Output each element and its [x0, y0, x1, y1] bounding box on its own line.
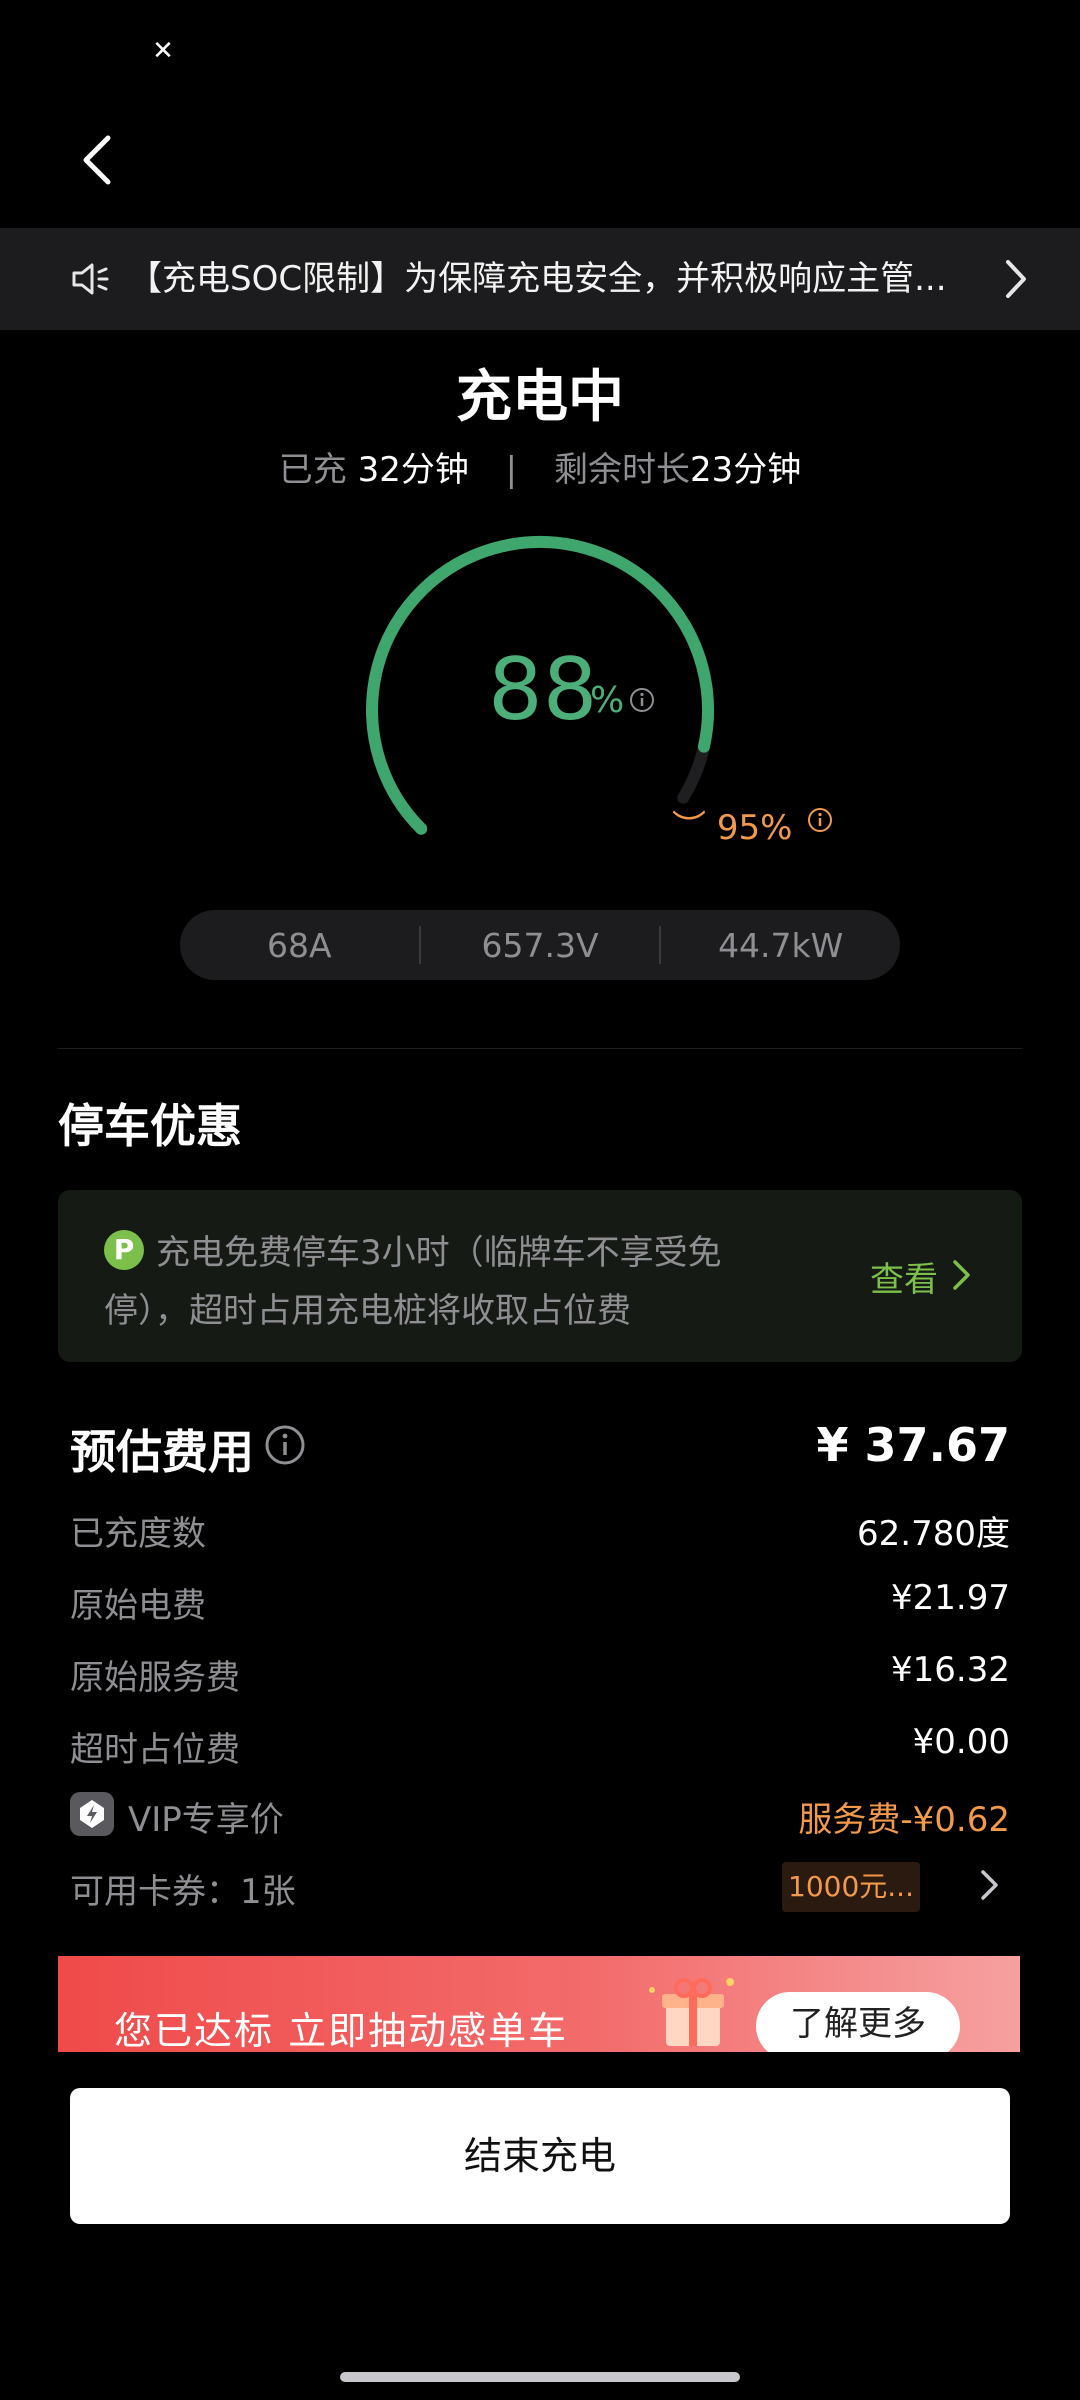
- vip-label: VIP专享价: [128, 1800, 284, 1840]
- x-logo-icon: ✕: [146, 34, 180, 68]
- promo-banner[interactable]: 您已达标 立即抽动感单车 了解更多: [58, 1956, 1020, 2052]
- voltage-value: 657.3V: [481, 925, 599, 965]
- chevron-right-icon: [998, 256, 1034, 302]
- soc-unit: %: [590, 680, 625, 721]
- parking-card[interactable]: P 充电免费停车3小时（临牌车不享受免停），超时占用充电桩将收取占位费 查看: [58, 1190, 1022, 1362]
- back-button[interactable]: [70, 130, 130, 190]
- fee-row-label: 原始电费: [70, 1586, 206, 1626]
- power-value: 44.7kW: [718, 925, 844, 965]
- notice-bar[interactable]: 【充电SOC限制】为保障充电安全，并积极响应主管...: [0, 228, 1080, 330]
- info-icon[interactable]: [264, 1424, 306, 1466]
- info-icon[interactable]: [628, 686, 656, 714]
- notice-text: 【充电SOC限制】为保障充电安全，并积极响应主管...: [128, 259, 947, 299]
- charge-times: 已充 32分钟 | 剩余时长23分钟: [0, 442, 1080, 491]
- fee-row-value: ¥21.97: [891, 1578, 1010, 1618]
- charged-label: 已充: [278, 450, 347, 490]
- fee-title: 预估费用: [70, 1425, 254, 1479]
- fee-row-label: 超时占位费: [70, 1730, 240, 1770]
- gift-icon: [638, 1968, 748, 2052]
- parking-view-link[interactable]: 查看: [870, 1252, 938, 1301]
- soc-target: ︶ 95%: [672, 800, 792, 849]
- soc-target-text: 95%: [716, 808, 793, 848]
- fee-row-value: 62.780度: [857, 1514, 1010, 1554]
- vip-icon: [70, 1792, 114, 1836]
- soc-percent: 88: [488, 640, 598, 740]
- target-dash: ︶: [672, 808, 717, 848]
- speaker-icon: [70, 258, 112, 300]
- remaining-label: 剩余时长: [553, 450, 690, 490]
- coupon-chip[interactable]: 1000元...: [782, 1862, 920, 1912]
- fee-row-label: 原始服务费: [70, 1658, 240, 1698]
- end-charging-button[interactable]: 结束充电: [70, 2088, 1010, 2224]
- remaining-value: 23分钟: [689, 450, 802, 490]
- coupon-label[interactable]: 可用卡券：1张: [70, 1864, 296, 1913]
- home-indicator[interactable]: [340, 2372, 740, 2382]
- fee-row-value: ¥0.00: [912, 1722, 1010, 1762]
- charging-status: 充电中: [456, 365, 624, 430]
- divider: [58, 1048, 1022, 1049]
- info-icon[interactable]: [806, 806, 834, 834]
- banner-text: 您已达标 立即抽动感单车: [114, 2009, 569, 2052]
- charged-value: 32分钟: [357, 450, 469, 490]
- chevron-right-icon[interactable]: [978, 1866, 1002, 1904]
- parking-text: 充电免费停车3小时（临牌车不享受免停），超时占用充电桩将收取占位费: [104, 1233, 722, 1331]
- fee-row-label: 已充度数: [70, 1514, 206, 1554]
- chevron-left-icon: [83, 135, 111, 185]
- separator: |: [505, 450, 518, 490]
- chevron-right-icon: [950, 1256, 974, 1294]
- parking-section-title: 停车优惠: [58, 1099, 242, 1153]
- vip-value: 服务费-¥0.62: [798, 1800, 1010, 1840]
- current-value: 68A: [267, 925, 332, 965]
- fee-total: ¥ 37.67: [816, 1418, 1010, 1472]
- fee-row-value: ¥16.32: [891, 1650, 1010, 1690]
- learn-more-button[interactable]: 了解更多: [756, 1992, 960, 2052]
- metrics-pill: 68A 657.3V 44.7kW: [180, 910, 900, 980]
